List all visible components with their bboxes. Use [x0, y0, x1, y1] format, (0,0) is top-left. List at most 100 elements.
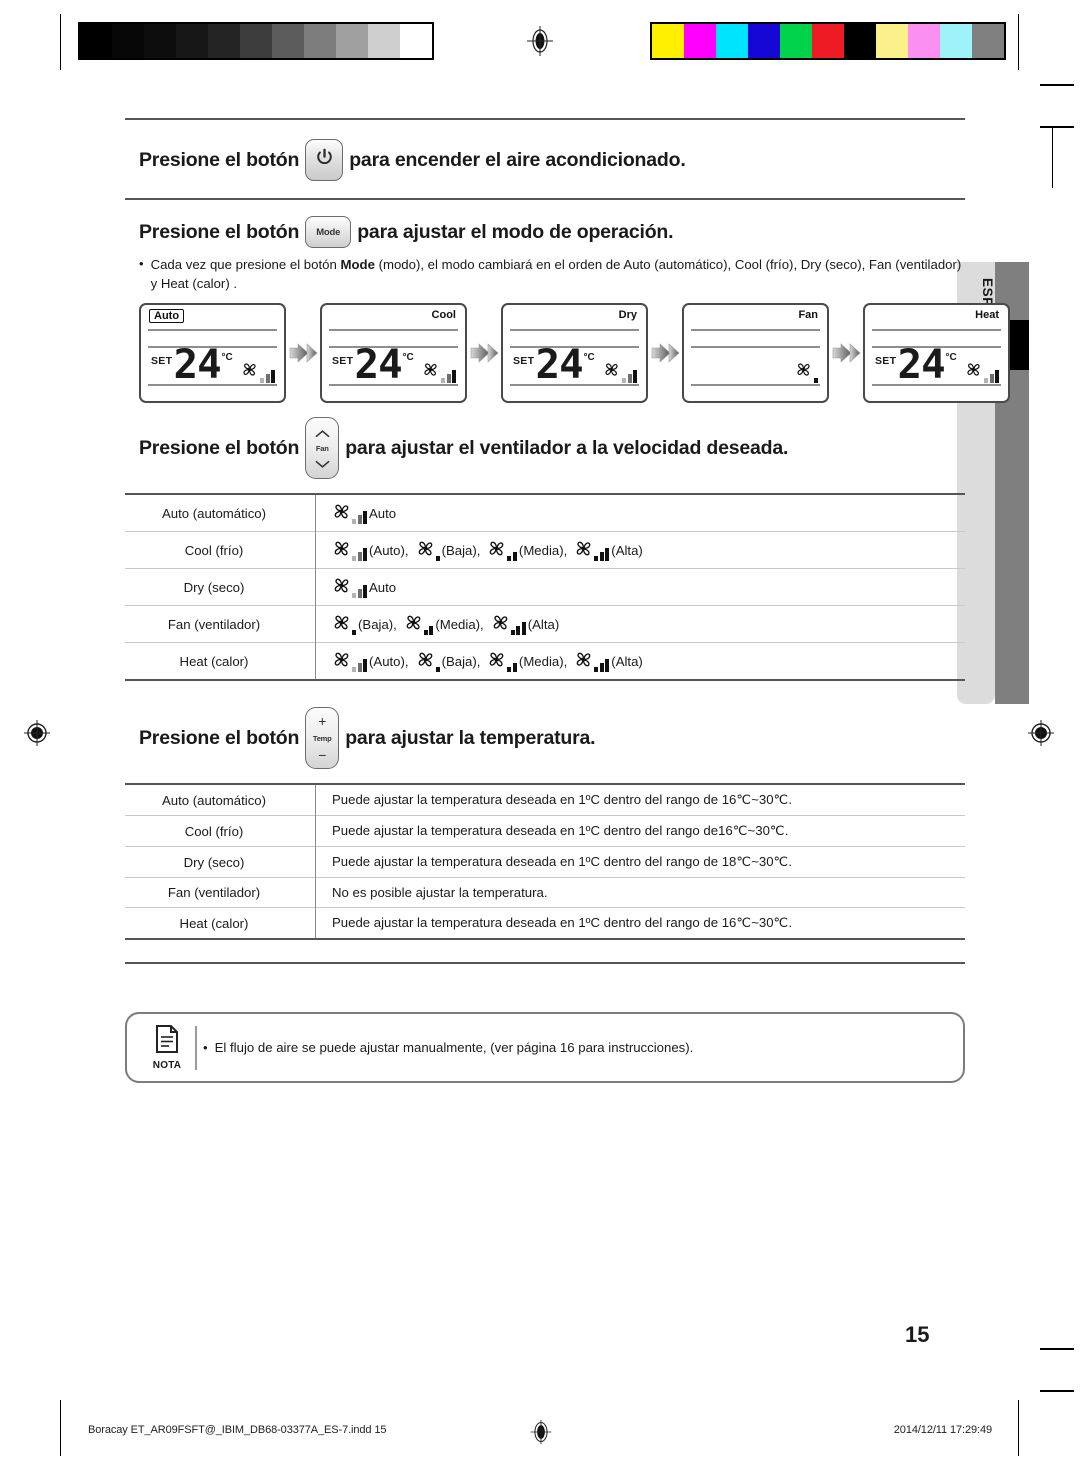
fan-speed-cell: (Baja), (Media), (Alta)	[315, 605, 965, 643]
fan-speed-bars-auto	[984, 370, 999, 384]
lcd-fan-indicator	[795, 361, 818, 384]
lcd-set-text: SET	[332, 355, 354, 368]
lcd-set-row: SET 24 °C	[875, 345, 957, 385]
color-swatch	[748, 24, 780, 58]
bullet-dot: •	[203, 1040, 208, 1056]
mode-heading-lead: Presione el botón	[139, 220, 300, 243]
fan-speed-label: (Alta)	[611, 653, 643, 669]
mode-name-cell: Cool (frío)	[125, 531, 316, 569]
mode-button-label: Mode	[316, 226, 341, 238]
temperature-description-cell: Puede ajustar la temperatura deseada en …	[315, 815, 965, 847]
lcd-panel-auto: Auto SET 24 °C	[139, 303, 286, 404]
fan-icon	[332, 502, 351, 524]
fan-icon	[574, 539, 593, 561]
color-bars	[650, 22, 1006, 60]
color-swatch	[780, 24, 812, 58]
lcd-fan-indicator	[603, 361, 637, 384]
table-row: Cool (frío) Puede ajustar la temperatura …	[125, 815, 965, 847]
fan-speed-option	[487, 650, 517, 673]
gray-swatch	[208, 24, 240, 58]
minus-icon: −	[318, 747, 327, 764]
mode-button[interactable]: Mode	[305, 216, 352, 248]
color-swatch	[940, 24, 972, 58]
manual-page: ESPAÑOL Presione el botón para encender …	[0, 0, 1080, 1476]
section-mode: Presione el botón Mode para ajustar el m…	[125, 200, 1010, 404]
mode-name-cell: Heat (calor)	[125, 907, 316, 940]
mode-name-cell: Fan (ventilador)	[125, 605, 316, 643]
temperature-description-cell: Puede ajustar la temperatura deseada en …	[315, 846, 965, 878]
fan-icon	[332, 650, 351, 672]
lcd-set-text: SET	[513, 355, 535, 368]
lcd-panel-fan: Fan	[682, 303, 829, 404]
lcd-panel-heat: Heat SET 24 °C	[863, 303, 1010, 404]
fan-speed-option	[332, 539, 367, 562]
fan-speed-option	[332, 502, 367, 525]
section-power: Presione el botón para encender el aire …	[125, 120, 965, 198]
fan-speed-bars-auto	[352, 548, 367, 562]
fan-speed-bars-auto	[352, 659, 367, 673]
fan-icon	[574, 650, 593, 672]
fan-speed-option	[416, 539, 440, 562]
fan-icon	[241, 361, 258, 383]
temp-rocker-button[interactable]: + Temp −	[305, 707, 340, 770]
crop-mark	[60, 1400, 61, 1456]
fan-speed-option	[404, 613, 434, 636]
lcd-set-row: SET 24 °C	[332, 345, 414, 385]
fan-speed-label: (Media),	[435, 616, 484, 632]
mode-bullet-bold: Mode	[340, 257, 375, 272]
lcd-set-row: SET 24 °C	[151, 345, 233, 385]
color-swatch	[716, 24, 748, 58]
fan-speed-options: (Baja), (Media), (Alta)	[332, 613, 965, 636]
fan-rocker-button[interactable]: Fan	[305, 417, 340, 480]
mode-heading: Presione el botón Mode para ajustar el m…	[139, 216, 965, 248]
fan-speed-label: Auto	[369, 505, 397, 521]
fan-icon	[491, 613, 510, 635]
fan-icon	[332, 539, 351, 561]
gray-swatch	[368, 24, 400, 58]
lcd-fan-indicator	[422, 361, 456, 384]
power-heading-trail: para encender el aire acondicionado.	[349, 148, 686, 171]
temperature-table: Auto (automático) Puede ajustar la temper…	[125, 783, 965, 941]
fan-speed-cell: Auto	[316, 494, 966, 532]
mode-heading-trail: para ajustar el modo de operación.	[357, 220, 674, 243]
fan-speed-table: Auto (automático) Auto Cool (frío) (Auto),(…	[125, 493, 966, 682]
table-row: Cool (frío) (Auto), (Baja), (Media), (Alta)	[125, 531, 965, 569]
fan-speed-bars-low	[435, 556, 440, 562]
fan-heading: Presione el botón Fan para ajustar el ve…	[139, 417, 965, 480]
fan-speed-bars-low	[814, 378, 818, 384]
gray-swatch	[400, 24, 432, 58]
note-caption: NOTA	[152, 1060, 182, 1072]
fan-speed-label: (Alta)	[611, 542, 643, 558]
gray-swatch	[304, 24, 336, 58]
fan-speed-label: (Baja),	[441, 542, 481, 558]
fan-speed-bars-high	[594, 548, 610, 562]
fan-speed-options: Auto	[332, 576, 965, 599]
table-row: Heat (calor) (Auto), (Baja), (Media), (Alta)	[125, 642, 965, 681]
gray-swatch	[240, 24, 272, 58]
page-number: 15	[905, 1322, 930, 1347]
table-row: Auto (automático) Puede ajustar la temper…	[125, 784, 965, 816]
lcd-panel-sequence: Auto SET 24 °C Cool SET 24 °C Dry SET 24 °C Fan Heat S…	[139, 303, 1010, 404]
fan-icon	[332, 613, 351, 635]
sequence-arrow-icon	[467, 340, 501, 366]
fan-speed-option	[416, 650, 440, 673]
lcd-set-text: SET	[875, 355, 897, 368]
table-row: Fan (ventilador) No es posible ajustar la…	[125, 877, 965, 908]
crop-mark	[1040, 126, 1074, 128]
fan-speed-cell: Auto	[315, 568, 965, 606]
gray-swatch	[80, 24, 112, 58]
gray-swatch	[144, 24, 176, 58]
note-text: El flujo de aire se puede ajustar manual…	[214, 1040, 694, 1056]
power-button[interactable]	[305, 139, 344, 181]
fan-speed-options: (Auto), (Baja), (Media), (Alta)	[332, 650, 965, 673]
lcd-unit: °C	[583, 352, 595, 364]
fan-speed-label: (Auto),	[369, 542, 409, 558]
mode-name-cell: Auto (automático)	[125, 494, 316, 532]
temp-heading-trail: para ajustar la temperatura.	[345, 726, 596, 749]
fan-icon	[332, 576, 351, 598]
fan-speed-bars-auto	[352, 511, 367, 525]
fan-speed-cell: (Auto), (Baja), (Media), (Alta)	[315, 531, 965, 569]
table-row: Heat (calor) Puede ajustar la temperatura…	[125, 907, 965, 940]
gray-swatch	[272, 24, 304, 58]
fan-speed-bars-auto	[622, 370, 637, 384]
